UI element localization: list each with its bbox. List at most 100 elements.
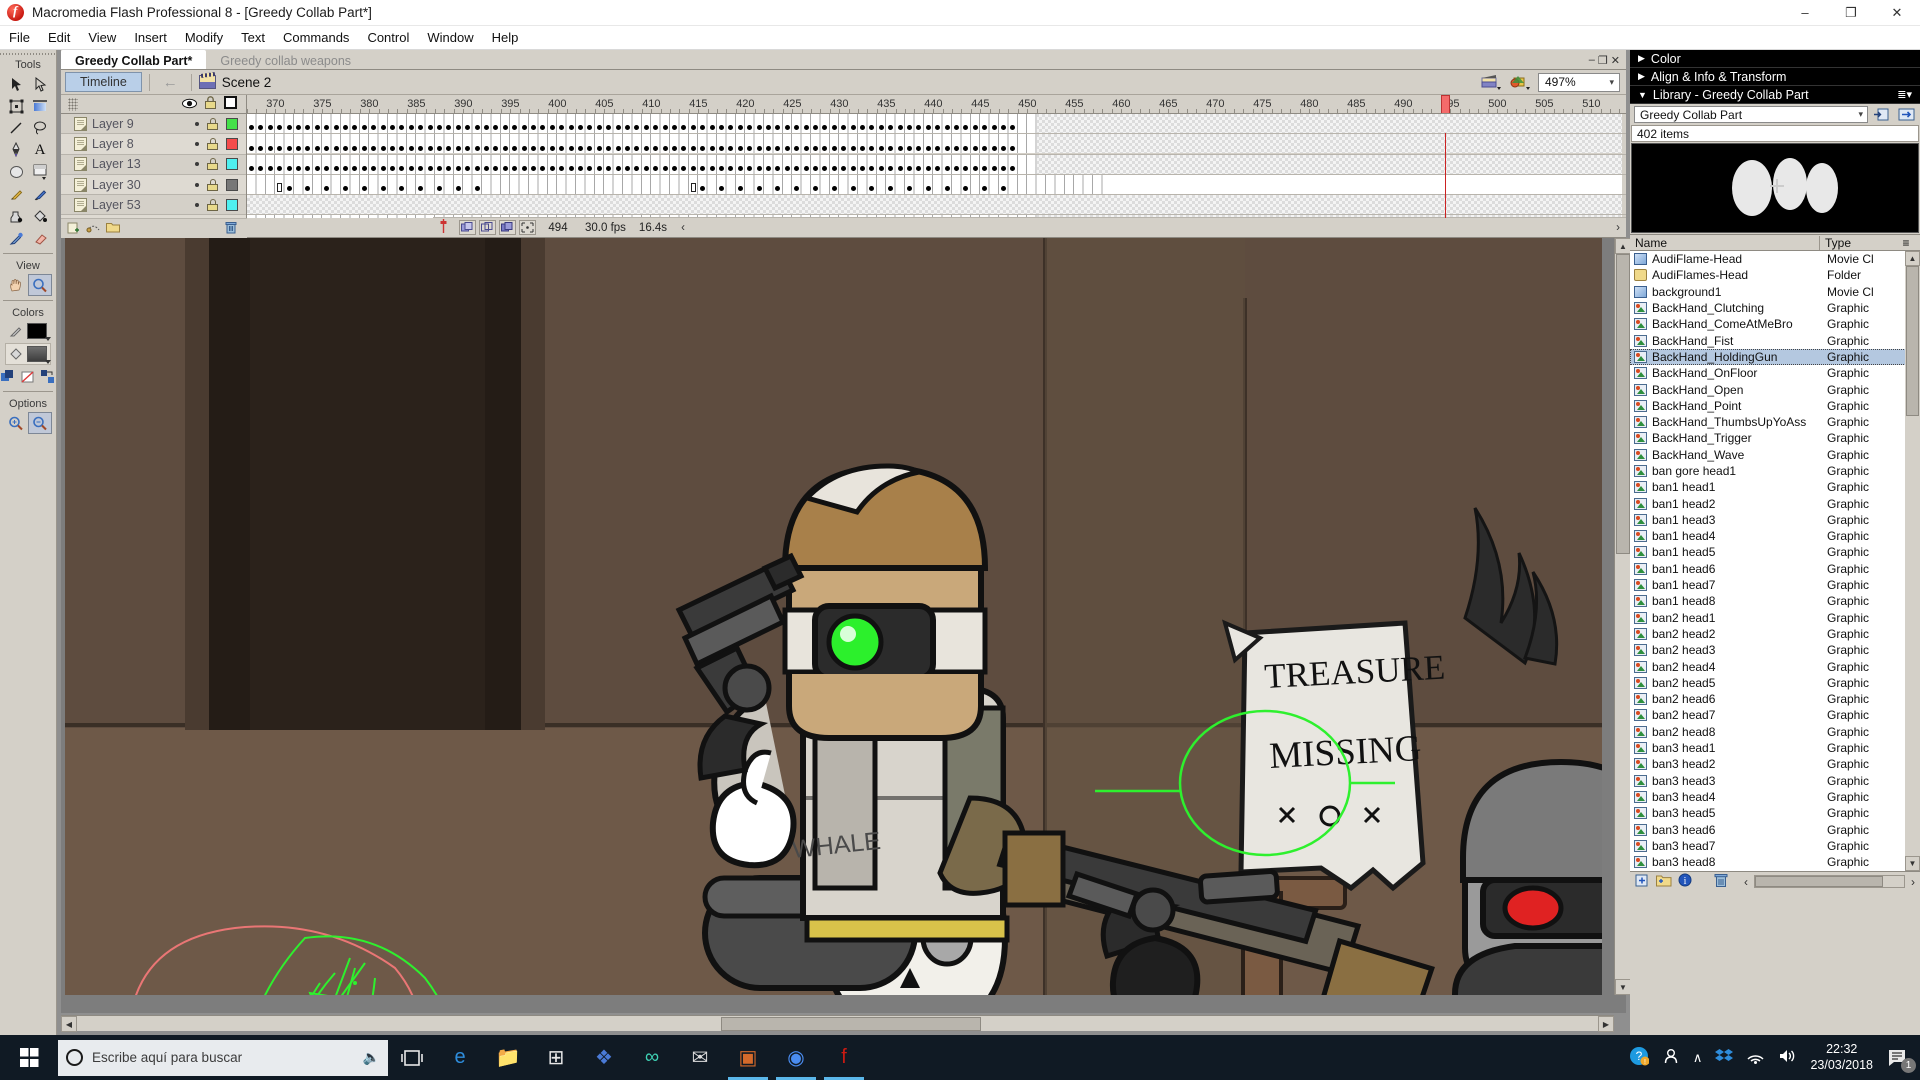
keyframe-marker[interactable] [408,165,414,171]
layer-outline-color[interactable] [226,198,238,211]
keyframe-marker[interactable] [286,125,292,131]
library-hscroll-thumb[interactable] [1755,876,1883,887]
library-row[interactable]: BackHand_Wave Graphic [1630,447,1920,463]
timeline-grip[interactable] [68,97,78,111]
keyframe-marker[interactable] [662,145,668,151]
keyframe-marker[interactable] [531,165,536,171]
layer-visibility-toggle[interactable] [195,141,199,146]
library-row[interactable]: BackHand_Fist Graphic [1630,332,1920,348]
lasso-tool[interactable] [28,117,52,139]
layer-lock-toggle[interactable] [207,178,218,191]
layer-outline-color[interactable] [226,117,238,130]
keyframe-marker[interactable] [737,165,743,171]
layer-lock-toggle[interactable] [207,117,218,130]
selection-tool[interactable] [4,73,28,95]
layer-visibility-toggle[interactable] [195,202,199,207]
keyframe-marker[interactable] [596,145,602,151]
keyframe-marker[interactable] [578,145,583,151]
keyframe-marker[interactable] [568,145,574,151]
keyframe-marker[interactable] [831,186,837,192]
library-row[interactable]: BackHand_Clutching Graphic [1630,300,1920,316]
keyframe-marker[interactable] [277,183,283,193]
insert-layer-icon[interactable] [67,221,80,237]
document-tab-greedy-collab-weapons[interactable]: Greedy collab weapons [206,50,365,69]
insert-folder-icon[interactable] [106,221,120,236]
edit-symbols-icon[interactable] [1509,73,1531,91]
keyframe-marker[interactable] [653,145,659,151]
keyframe-marker[interactable] [690,165,696,171]
dropbox-icon[interactable] [1715,1048,1734,1067]
keyframe-marker[interactable] [944,145,950,151]
maximize-button[interactable]: ❐ [1828,0,1874,26]
keyframe-marker[interactable] [756,145,762,151]
library-row[interactable]: BackHand_ThumbsUpYoAss Graphic [1630,414,1920,430]
keyframe-marker[interactable] [502,145,508,151]
keyframe-marker[interactable] [296,145,301,151]
library-row[interactable]: ban2 head3 Graphic [1630,642,1920,658]
keyframe-marker[interactable] [324,145,330,151]
keyframe-marker[interactable] [380,145,386,151]
onion-skin-outline-icon[interactable] [479,220,496,235]
no-color-icon[interactable] [21,370,35,384]
keyframe-marker[interactable] [484,165,489,171]
keyframe-marker[interactable] [267,145,273,151]
library-row[interactable]: ban1 head7 Graphic [1630,577,1920,593]
keyframe-marker[interactable] [455,145,461,151]
library-row[interactable]: BackHand_OnFloor Graphic [1630,365,1920,381]
library-row[interactable]: ban3 head2 Graphic [1630,756,1920,772]
keyframe-marker[interactable] [361,145,367,151]
keyframe-marker[interactable] [766,145,771,151]
stage-vertical-scrollbar[interactable]: ▲ ▼ [1614,238,1631,995]
frame-row[interactable] [247,174,1626,196]
edit-multiple-frames-icon[interactable] [499,220,516,235]
keyframe-marker[interactable] [954,145,959,151]
swap-colors-icon[interactable] [41,370,55,384]
text-tool[interactable]: A [28,139,52,161]
outline-square-icon[interactable] [224,96,237,112]
keyframe-marker[interactable] [380,165,386,171]
library-row[interactable]: BackHand_HoldingGun Graphic [1630,348,1920,366]
keyframe-marker[interactable] [549,145,555,151]
keyframe-marker[interactable] [267,165,273,171]
keyframe-marker[interactable] [982,145,988,151]
keyframe-marker[interactable] [700,145,706,151]
menu-edit[interactable]: Edit [39,28,79,47]
zoom-tool[interactable] [28,274,52,296]
keyframe-marker[interactable] [643,165,649,171]
fill-color-swatch[interactable] [27,346,51,364]
keyframe-marker[interactable] [907,145,912,151]
keyframe-marker[interactable] [427,165,433,171]
file-explorer-icon[interactable]: 📁 [484,1035,532,1080]
library-row[interactable]: BackHand_Point Graphic [1630,398,1920,414]
menu-text[interactable]: Text [232,28,274,47]
keyframe-marker[interactable] [474,125,480,131]
zoom-out-option[interactable] [28,412,52,434]
keyframe-marker[interactable] [277,145,283,151]
keyframe-marker[interactable] [888,145,894,151]
keyframe-marker[interactable] [850,145,856,151]
library-row[interactable]: ban3 head1 Graphic [1630,740,1920,756]
menu-file[interactable]: File [0,28,39,47]
stage-horizontal-scrollbar[interactable]: ◀ ▶ [61,1015,1614,1032]
keyframe-marker[interactable] [831,145,837,151]
library-row[interactable]: ban2 head8 Graphic [1630,724,1920,740]
menu-insert[interactable]: Insert [125,28,176,47]
keyframe-marker[interactable] [897,145,903,151]
keyframe-marker[interactable] [314,145,320,151]
teams-icon[interactable]: ❖ [580,1035,628,1080]
taskbar-search-box[interactable]: Escribe aquí para buscar 🔈 [58,1039,388,1076]
tools-panel-grip[interactable] [0,50,56,57]
keyframe-marker[interactable] [465,145,471,151]
library-row[interactable]: BackHand_Open Graphic [1630,381,1920,397]
library-row[interactable]: BackHand_Trigger Graphic [1630,430,1920,446]
keyframe-marker[interactable] [314,165,320,171]
add-motion-guide-icon[interactable] [86,221,100,237]
keyframe-marker[interactable] [521,165,527,171]
keyframe-marker[interactable] [474,165,480,171]
layer-lock-toggle[interactable] [207,158,218,171]
panel-color[interactable]: ▶ Color [1630,50,1920,68]
layer-row[interactable]: Layer 8 [61,134,246,155]
library-row[interactable]: BackHand_ComeAtMeBro Graphic [1630,316,1920,332]
keyframe-marker[interactable] [860,145,865,151]
keyframe-marker[interactable] [794,145,800,151]
